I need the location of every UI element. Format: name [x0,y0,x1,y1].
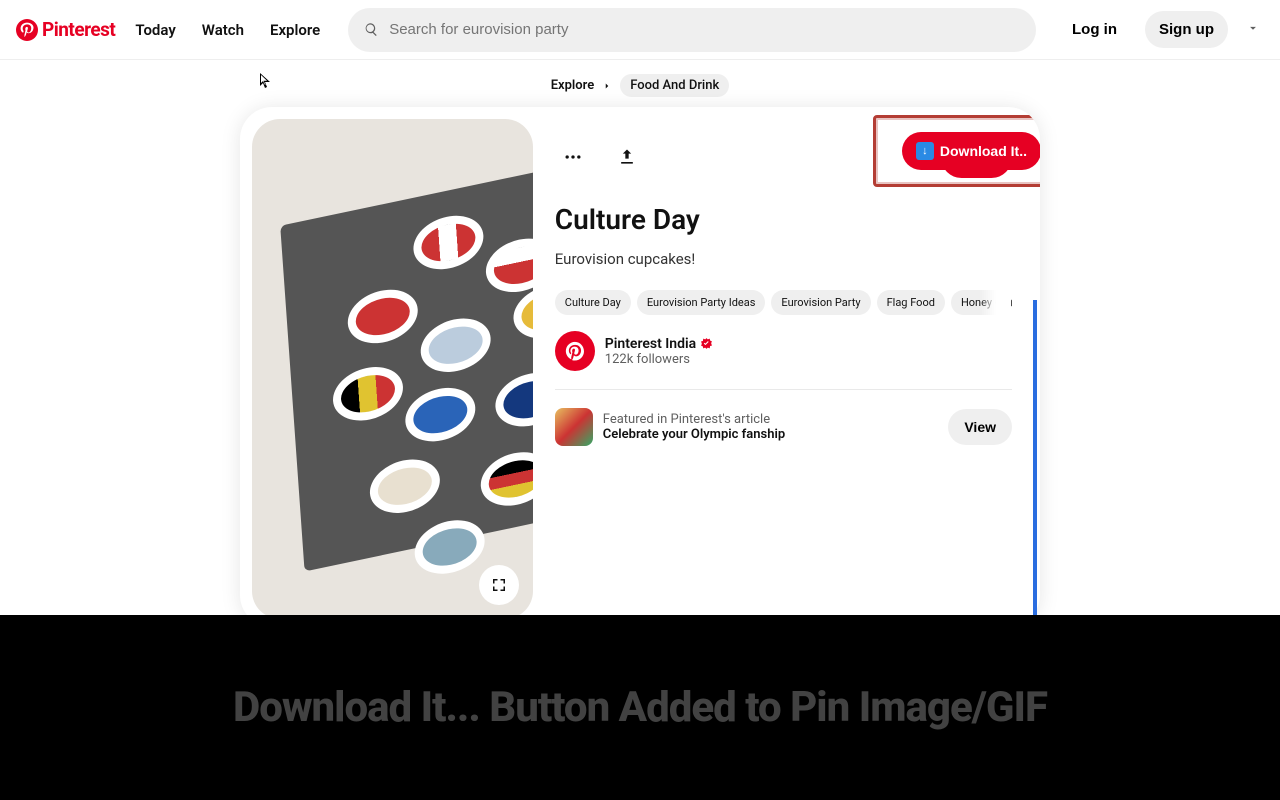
profile-info: Pinterest India 122k followers [605,336,713,367]
featured-thumb [555,408,593,446]
breadcrumb-root[interactable]: Explore [551,78,595,93]
featured-sub: Featured in Pinterest's article [603,412,939,427]
nav-watch[interactable]: Watch [196,13,250,47]
tag[interactable]: Eurovision Party [771,290,870,315]
expand-icon [490,576,508,594]
caption-overlay: Download It... Button Added to Pin Image… [0,615,1280,800]
annotation-line [1033,300,1037,640]
expand-image-button[interactable] [479,565,519,605]
breadcrumb-leaf[interactable]: Food And Drink [620,74,729,97]
pinterest-icon [16,19,38,41]
featured-text: Featured in Pinterest's article Celebrat… [603,412,939,442]
pin-description: Eurovision cupcakes! [555,250,1012,268]
nav-today[interactable]: Today [129,13,181,47]
caption-text: Download It... Button Added to Pin Image… [233,683,1047,732]
profile-row[interactable]: Pinterest India 122k followers [555,331,1012,371]
image-content [280,156,533,571]
chevron-down-icon [1246,21,1260,35]
verified-icon [700,337,713,350]
pin-image[interactable] [252,119,533,619]
featured-row: Featured in Pinterest's article Celebrat… [555,408,1012,446]
chevron-right-icon [602,81,612,91]
tag[interactable]: Culture Day [555,290,631,315]
download-button[interactable]: ↓ Download It.. [902,132,1040,170]
login-button[interactable]: Log in [1058,11,1131,48]
download-icon: ↓ [916,142,934,160]
pin-card: Save ↓ Download It.. Culture Day Eurovis… [240,107,1040,627]
search-input[interactable] [389,21,1020,38]
profile-followers: 122k followers [605,352,713,367]
logo[interactable]: Pinterest [16,18,115,41]
share-icon [617,147,637,167]
share-button[interactable] [609,139,645,175]
tag[interactable]: Flag Food [877,290,945,315]
header: Pinterest Today Watch Explore Log in Sig… [0,0,1280,60]
tags-scroll-right[interactable] [980,290,1012,315]
search-icon [364,22,379,37]
featured-main: Celebrate your Olympic fanship [603,427,939,442]
more-button[interactable] [555,139,591,175]
logo-text: Pinterest [42,18,115,41]
avatar [555,331,595,371]
download-highlight-box: ↓ Download It.. [873,115,1040,187]
pin-title: Culture Day [555,203,1012,236]
tag-row: Culture Day Eurovision Party Ideas Eurov… [555,290,1012,315]
cursor-icon [260,73,272,89]
divider [555,389,1012,390]
profile-name: Pinterest India [605,336,713,352]
breadcrumb: Explore Food And Drink [0,60,1280,107]
nav-explore[interactable]: Explore [264,13,326,47]
pinterest-icon [564,340,586,362]
signup-button[interactable]: Sign up [1145,11,1228,48]
pin-details: Save ↓ Download It.. Culture Day Eurovis… [545,107,1040,627]
more-icon [563,147,583,167]
view-button[interactable]: View [948,409,1012,445]
tag[interactable]: Eurovision Party Ideas [637,290,766,315]
search-bar[interactable] [348,8,1036,52]
chevron-right-icon [1006,296,1012,310]
download-label: Download It.. [940,143,1027,159]
header-menu-chevron[interactable] [1242,16,1264,43]
